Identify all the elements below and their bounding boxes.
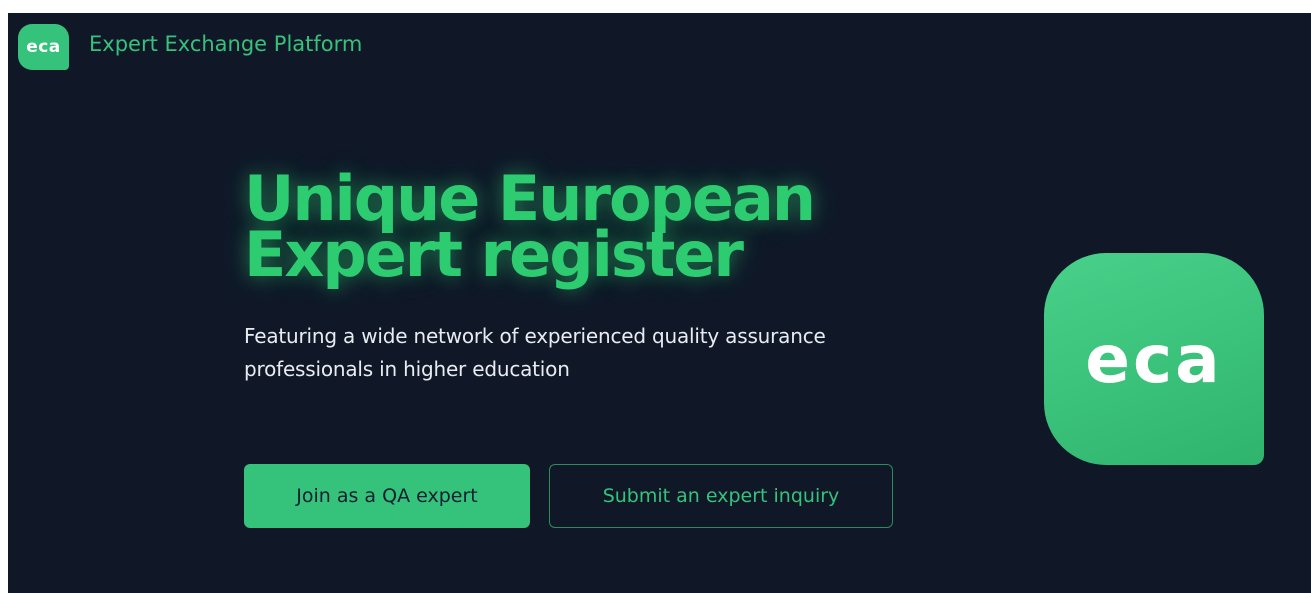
hero-buttons: Join as a QA expert Submit an expert inq… xyxy=(244,464,893,528)
platform-title[interactable]: Expert Exchange Platform xyxy=(89,32,362,56)
hero-headline: Unique European Expert register xyxy=(244,168,964,291)
eca-logo-small[interactable]: eca xyxy=(18,24,69,70)
page-frame: eca Expert Exchange Platform Unique Euro… xyxy=(8,13,1311,593)
top-nav: eca Expert Exchange Platform xyxy=(18,24,362,70)
hero-headline-line-2: Expert register xyxy=(244,218,744,291)
hero-subtitle: Featuring a wide network of experienced … xyxy=(244,320,964,386)
hero-subtitle-line-2: professionals in higher education xyxy=(244,357,570,381)
join-qa-expert-button[interactable]: Join as a QA expert xyxy=(244,464,530,528)
hero-subtitle-line-1: Featuring a wide network of experienced … xyxy=(244,324,826,348)
eca-logo-large: eca xyxy=(1044,253,1264,465)
submit-expert-inquiry-button[interactable]: Submit an expert inquiry xyxy=(549,464,893,528)
hero-section: Unique European Expert register Featurin… xyxy=(244,168,964,386)
